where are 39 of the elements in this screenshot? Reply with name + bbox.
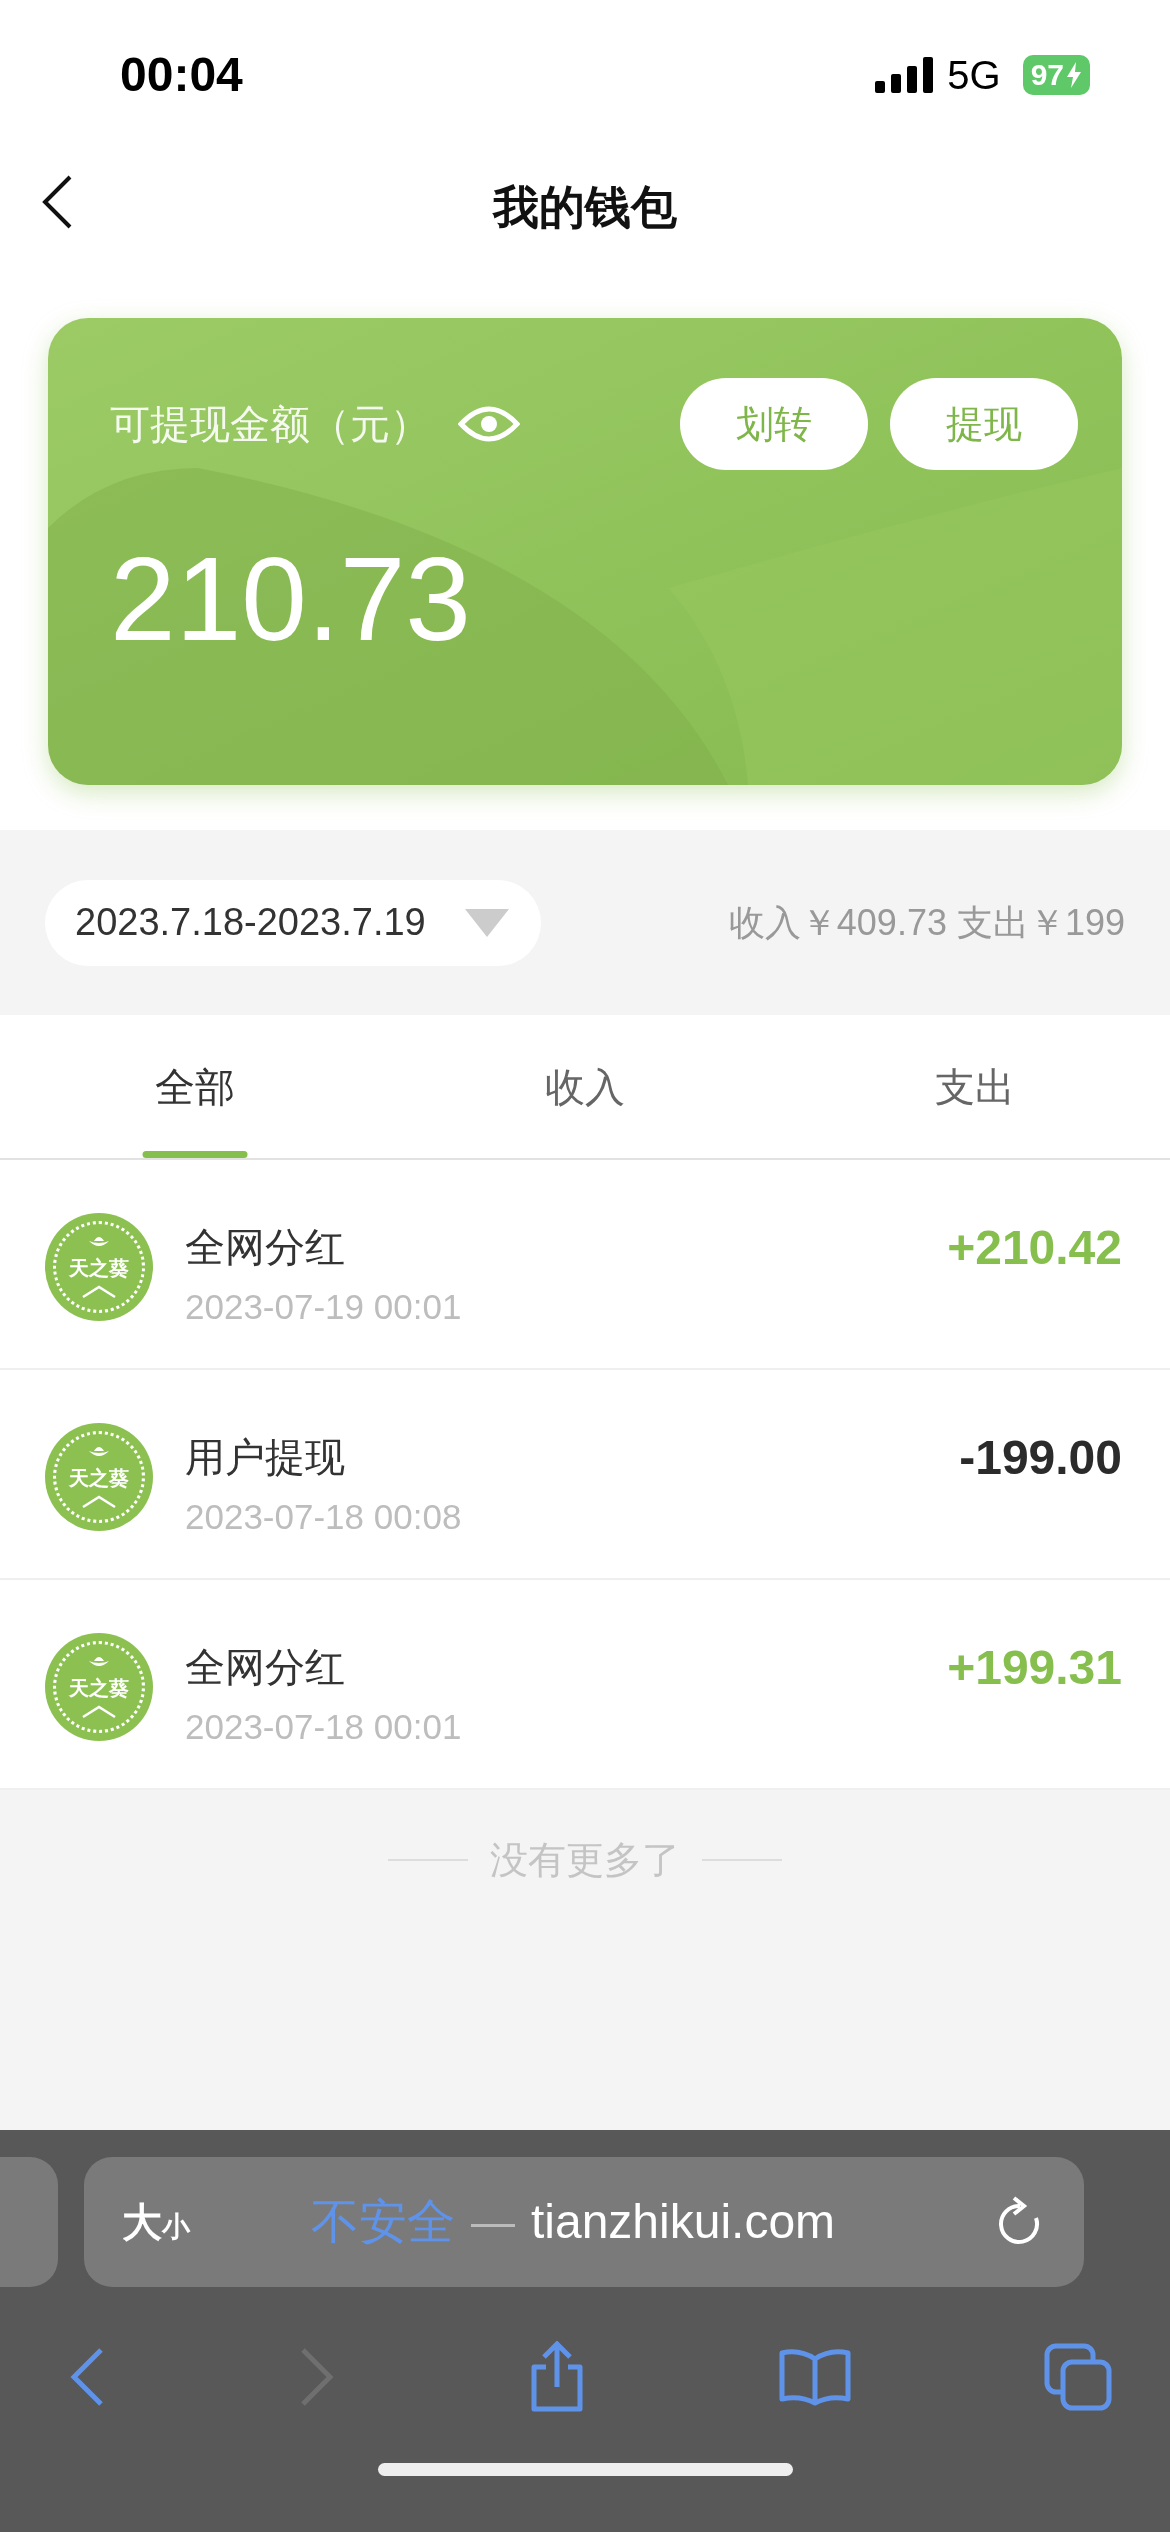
text-size-button[interactable]: 大小 xyxy=(122,2192,190,2252)
bolt-icon xyxy=(1066,62,1082,88)
logo-text: 天之葵 xyxy=(69,1678,129,1698)
eye-icon[interactable] xyxy=(458,404,520,444)
status-time: 00:04 xyxy=(120,47,243,103)
url-separator: — xyxy=(470,2196,515,2248)
income-expense-summary: 收入￥409.73 支出￥199 xyxy=(728,900,1125,945)
logo-text: 天之葵 xyxy=(69,1258,129,1278)
filter-tab[interactable]: 支出 xyxy=(780,1015,1170,1158)
transaction-title: 全网分红 xyxy=(185,1224,346,1271)
book-icon[interactable] xyxy=(778,2347,852,2407)
house-icon xyxy=(81,1285,117,1299)
filter-tab[interactable]: 收入 xyxy=(390,1015,780,1158)
caret-icon xyxy=(465,908,509,937)
transaction-amount: +210.42 xyxy=(947,1223,1122,1273)
transaction-time: 2023-07-19 00:01 xyxy=(185,1286,463,1328)
transaction-title: 用户提现 xyxy=(185,1434,346,1481)
transaction-time: 2023-07-18 00:08 xyxy=(185,1496,463,1538)
transaction-amount: -199.00 xyxy=(959,1433,1122,1483)
transaction-time: 2023-07-18 00:01 xyxy=(185,1706,463,1748)
battery-indicator: 97 xyxy=(1022,55,1090,95)
house-icon xyxy=(81,1705,117,1719)
transaction-title: 全网分红 xyxy=(185,1644,346,1691)
logo-text: 天之葵 xyxy=(69,1468,129,1488)
back-icon[interactable] xyxy=(40,174,74,230)
transaction-amount: +199.31 xyxy=(947,1643,1122,1693)
tabs-icon[interactable] xyxy=(1044,2343,1112,2411)
previous-tab-preview[interactable] xyxy=(0,2157,58,2287)
url-domain: tianzhikui.com xyxy=(530,2194,836,2250)
balance-amount: 210.73 xyxy=(109,540,472,658)
security-label: 不安全 xyxy=(310,2194,455,2250)
date-range-dropdown[interactable]: 2023.7.18-2023.7.19 xyxy=(45,879,541,966)
balance-label: 可提现金额（元） xyxy=(110,401,430,448)
house-icon xyxy=(81,1495,117,1509)
network-label: 5G xyxy=(947,52,1001,99)
page-title: 我的钱包 xyxy=(493,180,677,235)
signal-icon xyxy=(875,57,934,93)
filter-tab[interactable]: 全部 xyxy=(0,1015,390,1158)
address-bar[interactable]: 大小 不安全 — tianzhikui.com xyxy=(84,2157,1084,2287)
